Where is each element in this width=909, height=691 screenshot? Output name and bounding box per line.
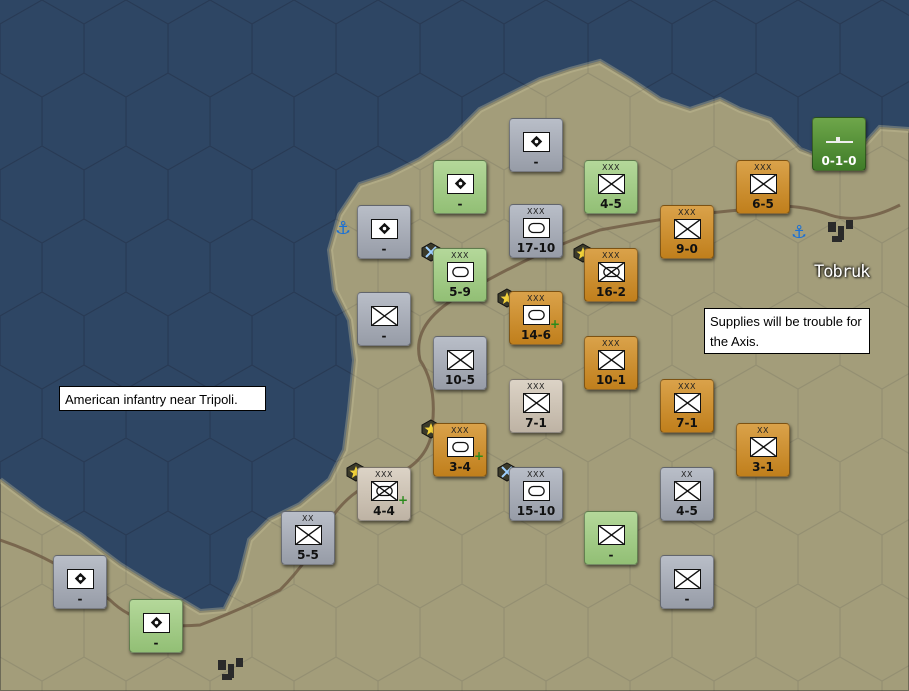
infantry-icon (674, 569, 701, 589)
unit-ship-allied-1[interactable]: 0-1-0 (812, 117, 866, 171)
unit-strength: 3-4 (449, 460, 471, 474)
infantry-icon (598, 525, 625, 545)
hq-icon (143, 613, 170, 633)
submarine-icon (826, 131, 853, 151)
unit-size: XXX (375, 470, 393, 479)
unit-armor-axis-1[interactable]: XXX + 14-6 (509, 291, 563, 345)
unit-hq-neutral-3[interactable]: - (53, 555, 107, 609)
hq-icon (447, 174, 474, 194)
unit-infantry-axis-4[interactable]: XXX 7-1 (660, 379, 714, 433)
unit-infantry-axis-2[interactable]: XXX 9-0 (660, 205, 714, 259)
unit-strength: 10-1 (595, 373, 627, 387)
unit-size: XX (757, 426, 769, 435)
unit-infantry-allied-2[interactable]: - (584, 511, 638, 565)
unit-infantry-neutral-3[interactable]: XX 4-5 (660, 467, 714, 521)
unit-strength: - (153, 636, 159, 650)
unit-hq-allied-2[interactable]: - (129, 599, 183, 653)
mech-infantry-icon (371, 481, 398, 501)
note-tripoli: American infantry near Tripoli. (59, 386, 266, 411)
unit-size: XX (302, 514, 314, 523)
unit-hq-allied-1[interactable]: - (433, 160, 487, 214)
unit-size: XXX (527, 294, 545, 303)
hq-icon (523, 132, 550, 152)
unit-size: XXX (602, 339, 620, 348)
infantry-icon (295, 525, 322, 545)
unit-strength: 7-1 (676, 416, 698, 430)
unit-strength: 9-0 (676, 242, 698, 256)
unit-size: XXX (678, 382, 696, 391)
unit-size: XXX (527, 207, 545, 216)
infantry-icon (674, 481, 701, 501)
unit-size: XX (681, 470, 693, 479)
unit-strength: 5-9 (449, 285, 471, 299)
unit-infantry-vichy-1[interactable]: XXX 7-1 (509, 379, 563, 433)
unit-strength: - (684, 592, 690, 606)
infantry-icon (598, 350, 625, 370)
unit-strength: 17-10 (516, 241, 556, 255)
unit-armor-neutral-2[interactable]: XXX 15-10 (509, 467, 563, 521)
infantry-icon (674, 219, 701, 239)
infantry-icon (598, 174, 625, 194)
unit-strength: 4-5 (676, 504, 698, 518)
unit-strength: 4-5 (600, 197, 622, 211)
unit-armor-allied-1[interactable]: XXX 5-9 (433, 248, 487, 302)
unit-strength: 14-6 (520, 328, 552, 342)
mech-infantry-icon (598, 262, 625, 282)
unit-strength: - (533, 155, 539, 169)
unit-size: XXX (602, 251, 620, 260)
unit-infantry-allied-1[interactable]: XXX 4-5 (584, 160, 638, 214)
infantry-icon (447, 350, 474, 370)
unit-size: XXX (602, 163, 620, 172)
city-label-tobruk: Tobruk (814, 262, 870, 282)
unit-armor-axis-2[interactable]: XXX + 3-4 (433, 423, 487, 477)
unit-strength: 15-10 (516, 504, 556, 518)
port-anchor-icon: ⚓ (791, 222, 808, 243)
unit-size: XXX (451, 426, 469, 435)
infantry-icon (674, 393, 701, 413)
port-anchor-icon: ⚓ (335, 218, 352, 239)
infantry-icon (371, 306, 398, 326)
unit-strength: 4-4 (373, 504, 395, 518)
unit-infantry-neutral-5[interactable]: - (660, 555, 714, 609)
unit-strength: 6-5 (752, 197, 774, 211)
armor-icon (447, 437, 474, 457)
unit-mech-axis-1[interactable]: XXX 16-2 (584, 248, 638, 302)
unit-strength: - (381, 329, 387, 343)
unit-infantry-neutral-4[interactable]: XX 5-5 (281, 511, 335, 565)
unit-size: XXX (527, 470, 545, 479)
unit-infantry-axis-5[interactable]: XX 3-1 (736, 423, 790, 477)
infantry-icon (523, 393, 550, 413)
unit-size: XXX (678, 208, 696, 217)
armor-icon (523, 305, 550, 325)
unit-strength: - (457, 197, 463, 211)
unit-strength: - (381, 242, 387, 256)
unit-strength: 10-5 (444, 373, 476, 387)
armor-icon (447, 262, 474, 282)
unit-infantry-axis-1[interactable]: XXX 6-5 (736, 160, 790, 214)
unit-hq-neutral-1[interactable]: - (509, 118, 563, 172)
infantry-icon (750, 437, 777, 457)
unit-size: XXX (527, 382, 545, 391)
unit-strength: 16-2 (595, 285, 627, 299)
unit-infantry-axis-3[interactable]: XXX 10-1 (584, 336, 638, 390)
unit-strength: 3-1 (752, 460, 774, 474)
armor-icon (523, 481, 550, 501)
unit-strength: - (77, 592, 83, 606)
unit-strength: 7-1 (525, 416, 547, 430)
unit-size: XXX (754, 163, 772, 172)
unit-strength: - (608, 548, 614, 562)
unit-size: XXX (451, 251, 469, 260)
unit-strength: 0-1-0 (821, 154, 857, 168)
note-supplies: Supplies will be trouble for the Axis. (704, 308, 870, 354)
unit-mech-vichy-1[interactable]: XXX + 4-4 (357, 467, 411, 521)
unit-infantry-neutral-2[interactable]: 10-5 (433, 336, 487, 390)
armor-icon (523, 218, 550, 238)
infantry-icon (750, 174, 777, 194)
hq-icon (67, 569, 94, 589)
hq-icon (371, 219, 398, 239)
unit-hq-neutral-2[interactable]: - (357, 205, 411, 259)
unit-infantry-neutral-1[interactable]: - (357, 292, 411, 346)
unit-armor-neutral-1[interactable]: XXX 17-10 (509, 204, 563, 258)
unit-strength: 5-5 (297, 548, 319, 562)
